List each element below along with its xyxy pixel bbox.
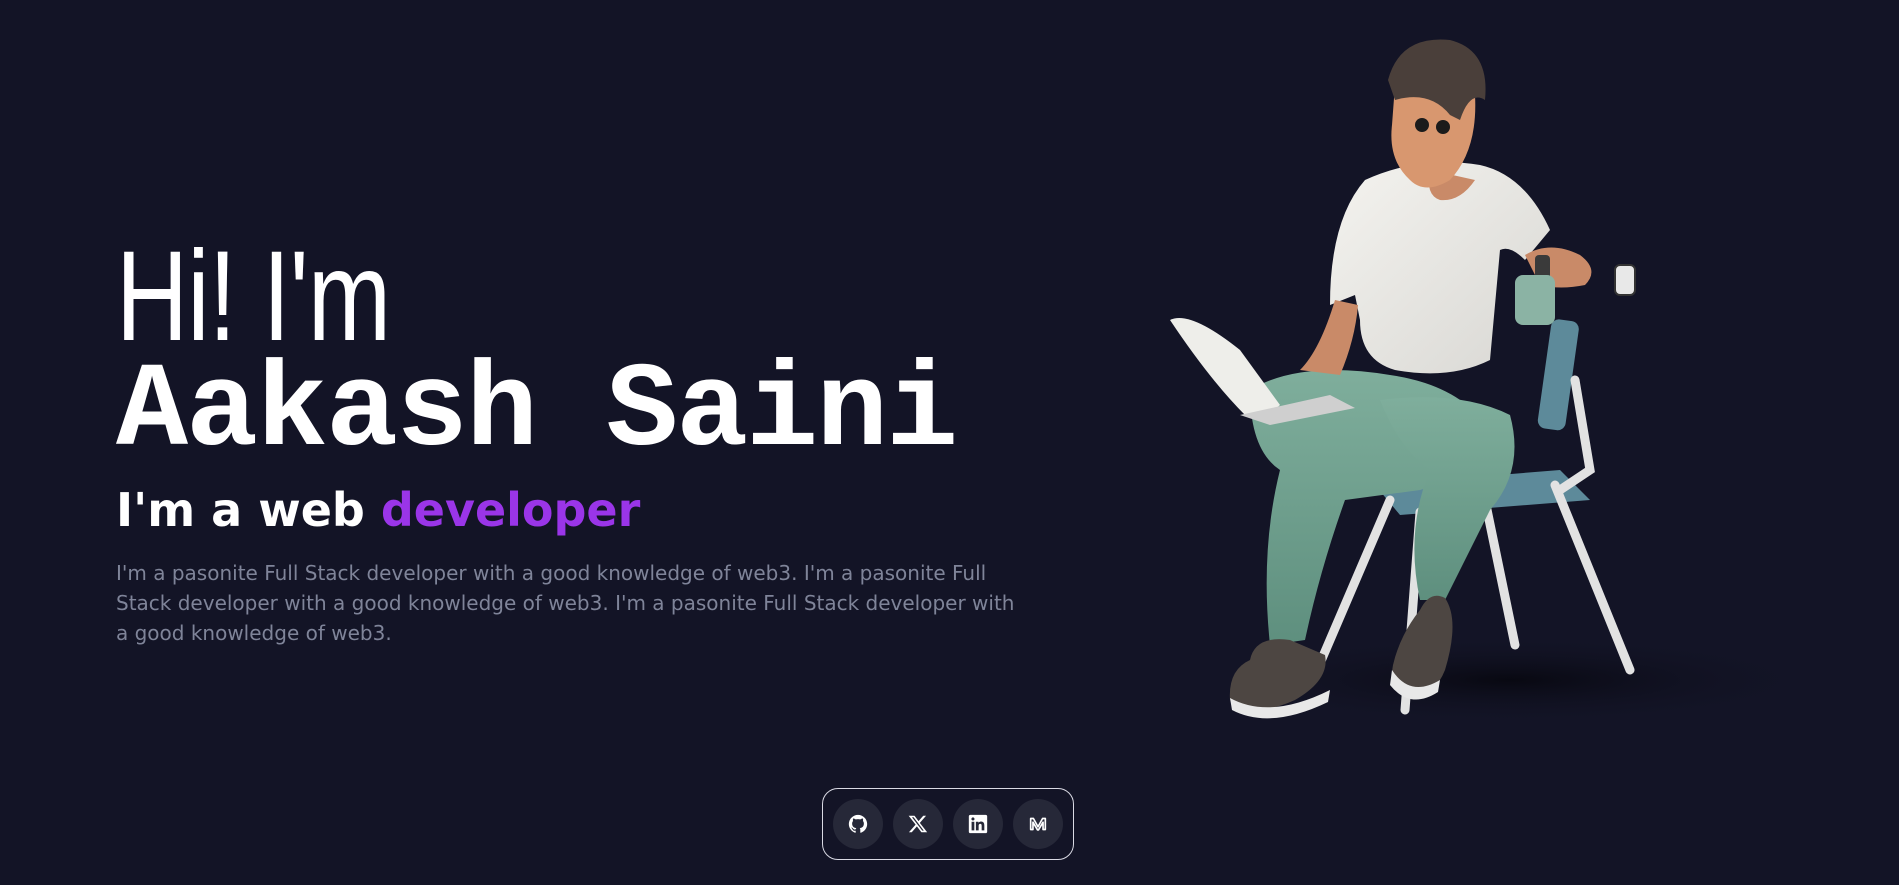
greeting-heading: Hi! I'm — [116, 225, 391, 368]
role-highlight: developer — [380, 483, 641, 537]
medium-button[interactable] — [1013, 799, 1063, 849]
medium-icon — [1029, 817, 1047, 831]
social-links-bar — [822, 788, 1074, 860]
x-button[interactable] — [893, 799, 943, 849]
role-heading: I'm a web developer — [116, 484, 1036, 536]
github-button[interactable] — [833, 799, 883, 849]
hero-text: Hi! I'm Aakash Saini I'm a web developer … — [116, 225, 1036, 648]
name-heading: Aakash Saini — [116, 345, 958, 481]
role-prefix: I'm a web — [116, 483, 365, 537]
developer-illustration — [1170, 39, 1830, 725]
github-icon — [848, 814, 868, 833]
linkedin-icon — [968, 814, 988, 834]
hero-page: Hi! I'm Aakash Saini I'm a web developer … — [0, 0, 1899, 885]
linkedin-button[interactable] — [953, 799, 1003, 849]
x-icon — [908, 815, 928, 833]
bio-text: I'm a pasonite Full Stack developer with… — [116, 561, 1015, 645]
